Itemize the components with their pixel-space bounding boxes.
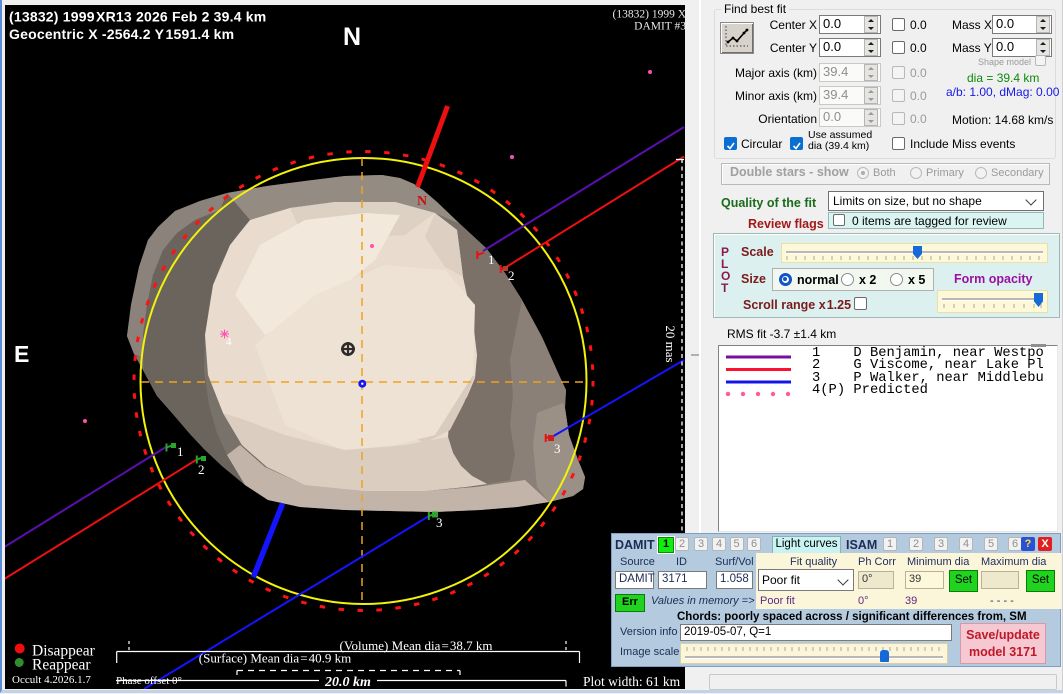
svg-text:20 mas: 20 mas [663,325,678,362]
svg-text:2: 2 [198,462,205,477]
svg-text:DAMIT #3: DAMIT #3 [634,21,685,33]
svg-text:4: 4 [226,336,232,348]
svg-text:1: 1 [177,444,184,459]
svg-text:E: E [14,341,29,367]
svg-text:(Volume) Mean dia = 38.7 km: (Volume) Mean dia = 38.7 km [340,638,493,653]
svg-text:Plot width: 61 km: Plot width: 61 km [583,674,681,689]
svg-text:2: 2 [508,268,515,283]
svg-text:20.0 km: 20.0 km [324,675,371,689]
svg-text:1: 1 [488,252,495,267]
svg-text:3: 3 [554,441,561,456]
svg-text:Reappear: Reappear [32,657,91,674]
svg-text:Geocentric X -2564.2 Y 1591: Geocentric X -2564.2 Y 1591.4 km [9,26,234,42]
svg-text:(13832) 1999 XR13 2026 Feb 2: (13832) 1999 XR13 2026 Feb 2 39.4 km [9,9,266,25]
svg-text:Phase offset 0°: Phase offset 0° [116,675,182,687]
svg-text:(Surface) Mean dia = 40.9 km: (Surface) Mean dia = 40.9 km [199,651,351,666]
svg-text:3: 3 [436,515,443,530]
svg-text:N: N [343,23,361,51]
svg-text:N: N [417,194,427,209]
svg-text:(13832) 1999 X: (13832) 1999 X [613,9,685,21]
svg-text:Occult 4.2026.1.7: Occult 4.2026.1.7 [12,674,91,686]
